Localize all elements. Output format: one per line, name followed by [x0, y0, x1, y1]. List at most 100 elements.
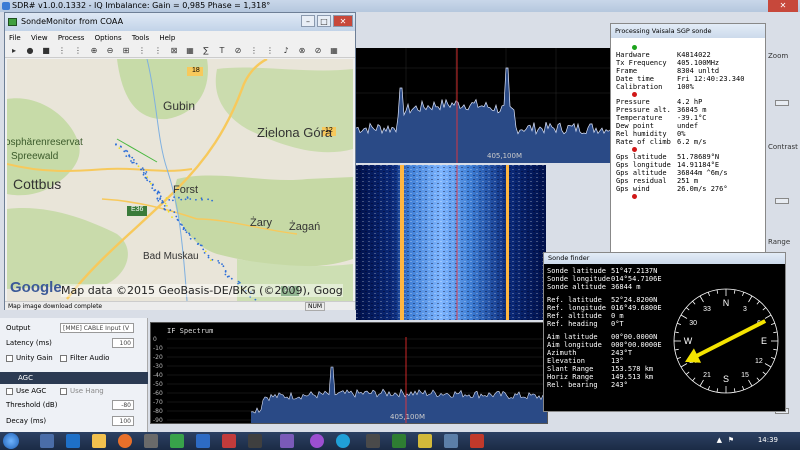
- save-icon[interactable]: [40, 434, 54, 448]
- app-icon-8[interactable]: [392, 434, 406, 448]
- close-button[interactable]: ✕: [333, 15, 353, 27]
- sonde-finder-field-key: Aim latitude: [547, 333, 598, 341]
- fft-spectrum-display[interactable]: [356, 48, 612, 163]
- toolbar-button-15[interactable]: ⋮: [249, 46, 259, 56]
- sonde-track-point: [228, 275, 230, 278]
- app-icon-4[interactable]: [222, 434, 236, 448]
- toolbar-button-9[interactable]: ⋮: [153, 46, 163, 56]
- app-icon-5[interactable]: [248, 434, 262, 448]
- toolbar-button-3[interactable]: ⋮: [57, 46, 67, 56]
- use-hang-label: Use Hang: [70, 387, 104, 395]
- decay-input[interactable]: 100: [112, 416, 134, 426]
- agc-section-header[interactable]: AGC: [0, 372, 148, 384]
- action-center-flag-icon[interactable]: ⚑: [728, 436, 734, 444]
- menu-view[interactable]: View: [27, 32, 52, 44]
- sonde-track-point: [141, 167, 144, 169]
- firefox-icon[interactable]: [118, 434, 132, 448]
- toolbar-button-19[interactable]: ⊘: [313, 46, 323, 56]
- sonde-track-point: [157, 199, 160, 202]
- sonde-finder-field-value: 243°T: [611, 349, 633, 357]
- vaisala-field-row: Tx Frequency 405.100MHz: [615, 59, 763, 67]
- toolbar-button-17[interactable]: ♪: [281, 46, 291, 56]
- app-icon-1[interactable]: [144, 434, 158, 448]
- unity-gain-option[interactable]: Unity Gain: [6, 354, 53, 362]
- sonde-finder-field-value: 0 m: [611, 312, 624, 320]
- use-agc-option[interactable]: Use AGC: [6, 387, 46, 395]
- internet-explorer-icon[interactable]: [66, 434, 80, 448]
- sonde-track-point: [151, 184, 154, 187]
- spectrum-center-frequency: 405,100M: [487, 152, 522, 160]
- toolbar-button-1[interactable]: ●: [25, 46, 35, 56]
- sonde-track-point: [222, 265, 225, 268]
- decay-label: Decay (ms): [6, 417, 47, 425]
- toolbar-button-4[interactable]: ⋮: [73, 46, 83, 56]
- taskbar-clock[interactable]: 14:39: [758, 436, 778, 444]
- menu-file[interactable]: File: [5, 32, 25, 44]
- toolbar-button-11[interactable]: ▦: [185, 46, 195, 56]
- vaisala-field-row: Hardware K4814022: [615, 51, 763, 59]
- vaisala-field-row: Calibration 100%: [615, 83, 763, 91]
- toolbar-button-20[interactable]: ▦: [329, 46, 339, 56]
- output-device-select[interactable]: [MME] CABLE Input (V: [60, 323, 134, 333]
- road-label-12: 12: [325, 127, 333, 134]
- minimize-button[interactable]: –: [301, 15, 315, 27]
- sonde-track-point: [159, 195, 162, 198]
- toolbar-button-18[interactable]: ⊗: [297, 46, 307, 56]
- app-icon-7[interactable]: [366, 434, 380, 448]
- sonde-track-point: [115, 143, 117, 146]
- app-icon-9[interactable]: [418, 434, 432, 448]
- unity-gain-checkbox[interactable]: [6, 354, 13, 362]
- toolbar-button-0[interactable]: ▸: [9, 46, 19, 56]
- sondemonitor-window: SondeMonitor from COAA – □ ✕ File View P…: [4, 12, 356, 311]
- app-icon-3[interactable]: [196, 434, 210, 448]
- sonde-track-point: [173, 196, 176, 199]
- vaisala-data: Hardware K4814022 Tx Frequency 405.100MHz Fr…: [615, 44, 763, 200]
- waterfall-display[interactable]: [356, 165, 546, 320]
- sonde-finder-field-value: 153.578 km: [611, 365, 654, 373]
- tray-expand-icon[interactable]: ▲: [717, 436, 722, 444]
- toolbar-button-7[interactable]: ⊞: [121, 46, 131, 56]
- zoom-slider[interactable]: [775, 100, 789, 106]
- filter-audio-checkbox[interactable]: [60, 354, 67, 362]
- vaisala-field-row: Gps altitude 36844m ^6m/s: [615, 169, 763, 177]
- toolbar-button-14[interactable]: ⊘: [233, 46, 243, 56]
- latency-input[interactable]: 100: [112, 338, 134, 348]
- app-icon-11[interactable]: [470, 434, 484, 448]
- sonde-finder-field-key: Sonde longitude: [547, 275, 611, 283]
- toolbar-button-2[interactable]: ■: [41, 46, 51, 56]
- sdr-close-button[interactable]: ✕: [768, 0, 798, 12]
- sonde-finder-field-key: Horiz Range: [547, 373, 594, 381]
- menu-process[interactable]: Process: [54, 32, 89, 44]
- toolbar-button-8[interactable]: ⋮: [137, 46, 147, 56]
- menu-help[interactable]: Help: [155, 32, 179, 44]
- use-hang-checkbox[interactable]: [60, 387, 67, 395]
- menu-options[interactable]: Options: [91, 32, 126, 44]
- start-button[interactable]: [3, 433, 19, 449]
- sonde-track-point: [135, 162, 138, 165]
- toolbar-button-10[interactable]: ⊠: [169, 46, 179, 56]
- compass-degree-label: 15: [741, 372, 749, 379]
- maximize-button[interactable]: □: [317, 15, 331, 27]
- use-agc-checkbox[interactable]: [6, 387, 13, 395]
- threshold-input[interactable]: -80: [112, 400, 134, 410]
- app-icon-2[interactable]: [170, 434, 184, 448]
- app-icon-6[interactable]: [280, 434, 294, 448]
- sonde-finder-field-value: 52°24.8200N: [611, 296, 658, 304]
- file-explorer-icon[interactable]: [92, 434, 106, 448]
- toolbar-button-5[interactable]: ⊕: [89, 46, 99, 56]
- viber-icon[interactable]: [310, 434, 324, 448]
- sonde-finder-field-row: Azimuth 243°T: [547, 349, 673, 357]
- toolbar-button-12[interactable]: ∑: [201, 46, 211, 56]
- map-view[interactable]: Gubin Zielona Góra Spreewald osphärenres…: [7, 59, 353, 301]
- menu-tools[interactable]: Tools: [128, 32, 153, 44]
- skype-icon[interactable]: [336, 434, 350, 448]
- use-hang-option[interactable]: Use Hang: [60, 387, 104, 395]
- toolbar-button-16[interactable]: ⋮: [265, 46, 275, 56]
- if-spectrum-display[interactable]: IF Spectrum 0 -10 -20 -30 -40 -50 -60 -70 -80 -90: [150, 322, 548, 424]
- app-icon-10[interactable]: [444, 434, 458, 448]
- toolbar-button-13[interactable]: T: [217, 46, 227, 56]
- filter-audio-option[interactable]: Filter Audio: [60, 354, 109, 362]
- contrast-slider[interactable]: [775, 198, 789, 204]
- sonde-finder-field-row: Horiz Range 149.513 km: [547, 373, 673, 381]
- toolbar-button-6[interactable]: ⊖: [105, 46, 115, 56]
